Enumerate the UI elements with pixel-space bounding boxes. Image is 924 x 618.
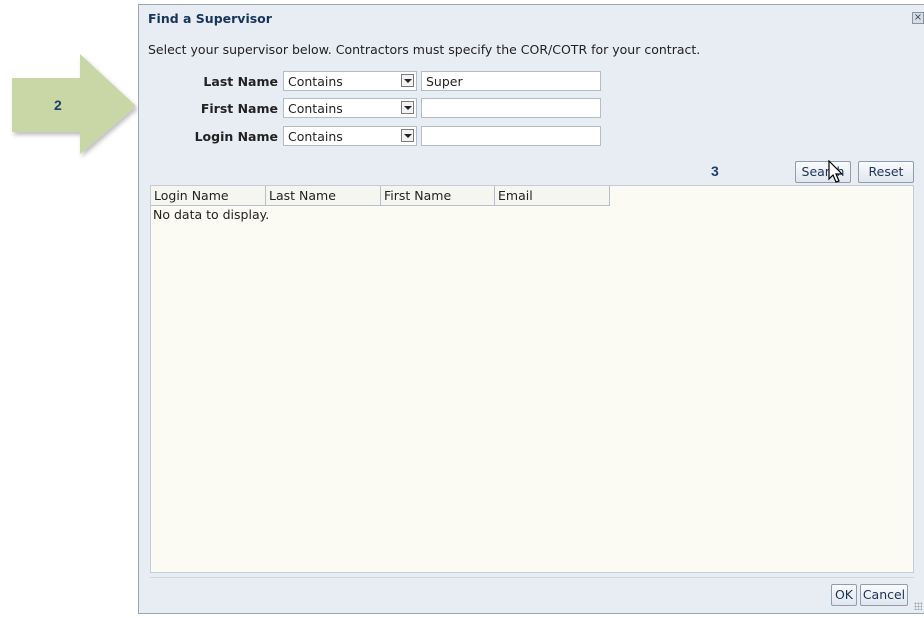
login-name-input[interactable] — [421, 126, 601, 146]
last-name-input[interactable] — [421, 71, 601, 91]
column-header-first-name[interactable]: First Name — [381, 186, 495, 206]
last-name-operator-select[interactable]: Contains — [283, 71, 417, 91]
login-name-label: Login Name — [194, 129, 278, 144]
close-icon[interactable]: × — [912, 12, 924, 24]
first-name-label: First Name — [200, 101, 278, 116]
last-name-row: Last Name Contains — [171, 71, 611, 93]
dialog-title: Find a Supervisor — [148, 11, 272, 26]
column-header-email[interactable]: Email — [495, 186, 610, 206]
divider — [150, 577, 914, 578]
column-header-login-name[interactable]: Login Name — [151, 186, 266, 206]
reset-button[interactable]: Reset — [858, 161, 914, 183]
callout-number-2: 2 — [54, 97, 62, 113]
resize-grip-icon[interactable] — [914, 602, 922, 610]
last-name-operator-value: Contains — [288, 74, 343, 89]
results-table: Login Name Last Name First Name Email No… — [150, 185, 914, 573]
instruction-text: Select your supervisor below. Contractor… — [148, 42, 701, 57]
cancel-button[interactable]: Cancel — [860, 584, 908, 606]
mouse-cursor-icon — [828, 160, 844, 183]
chevron-down-icon[interactable] — [401, 101, 414, 114]
first-name-operator-select[interactable]: Contains — [283, 98, 417, 118]
callout-number-3: 3 — [711, 163, 719, 179]
chevron-down-icon[interactable] — [401, 129, 414, 142]
ok-button[interactable]: OK — [831, 584, 857, 606]
login-name-operator-select[interactable]: Contains — [283, 126, 417, 146]
first-name-input[interactable] — [421, 98, 601, 118]
empty-table-message: No data to display. — [153, 207, 270, 222]
last-name-label: Last Name — [203, 74, 278, 89]
find-supervisor-dialog: Find a Supervisor × Select your supervis… — [138, 4, 924, 614]
callout-arrow-2 — [12, 54, 136, 154]
first-name-operator-value: Contains — [288, 101, 343, 116]
column-header-last-name[interactable]: Last Name — [266, 186, 381, 206]
login-name-operator-value: Contains — [288, 129, 343, 144]
login-name-row: Login Name Contains — [171, 126, 611, 148]
first-name-row: First Name Contains — [171, 98, 611, 120]
chevron-down-icon[interactable] — [401, 74, 414, 87]
